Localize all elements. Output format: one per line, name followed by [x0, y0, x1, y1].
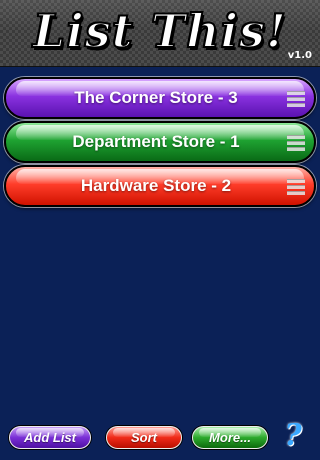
- more-label: More...: [209, 430, 251, 445]
- list-item[interactable]: Department Store - 1: [4, 121, 316, 163]
- reorder-grip-icon[interactable]: [287, 91, 305, 107]
- list-item-label: The Corner Store - 3: [74, 88, 238, 107]
- help-icon[interactable]: ?: [279, 418, 307, 454]
- sort-button[interactable]: Sort: [106, 426, 182, 449]
- list-item-label: Department Store - 1: [72, 132, 240, 151]
- reorder-grip-icon[interactable]: [287, 135, 305, 151]
- app-title: List This!: [32, 3, 288, 59]
- list-item-label: Hardware Store - 2: [80, 176, 232, 195]
- version-label: v1.0: [287, 50, 312, 61]
- add-list-label: Add List: [24, 430, 76, 445]
- sort-label: Sort: [131, 430, 157, 445]
- app-header: List This! v1.0: [0, 0, 320, 67]
- add-list-button[interactable]: Add List: [9, 426, 91, 449]
- list-item[interactable]: Hardware Store - 2: [4, 165, 316, 207]
- more-button[interactable]: More...: [192, 426, 268, 449]
- reorder-grip-icon[interactable]: [287, 179, 305, 195]
- list-item[interactable]: The Corner Store - 3: [4, 77, 316, 119]
